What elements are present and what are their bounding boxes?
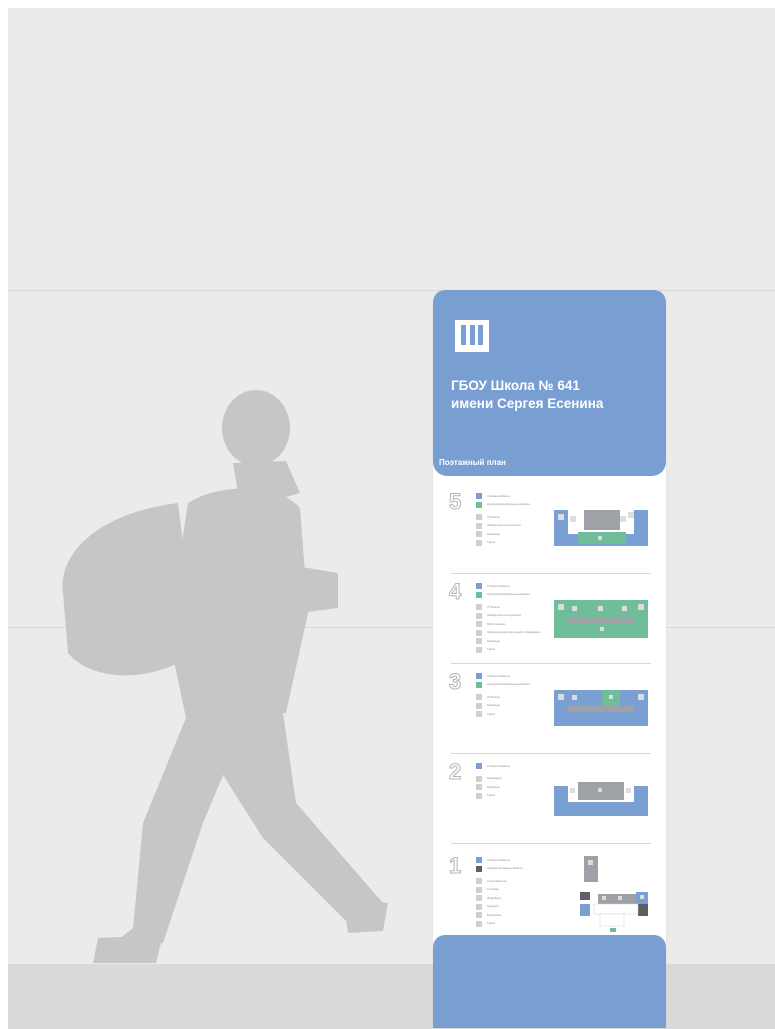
floor-number: 2 [448,759,462,784]
legend-item: Лаборатория конструкторов [476,612,540,621]
floor-map-3 [554,690,648,726]
legend-item: Учебные кабинеты [476,672,530,681]
floor-legend: Учебные кабинеты Административные кабине… [476,856,523,928]
floor-number: 1 [448,853,462,878]
legend-item: Учебные кабинеты [476,762,510,771]
legend-item: Лаборатория дополнительного образования [476,629,540,638]
school-name-line2: имени Сергея Есенина [451,396,604,411]
floor-legend: Учебные кабинеты Кураторские/профильные … [476,492,530,547]
school-name-line1: ГБОУ Школа № 641 [451,378,580,393]
legend-item: Робототехника [476,620,540,629]
legend-item: Рекреация [476,637,540,646]
legend-item: Туалет [476,710,530,719]
legend-item: Туалет [476,646,540,655]
legend-item: Спортивный зал [476,877,523,886]
header-panel: ГБОУ Школа № 641 имени Сергея Есенина По… [433,290,666,476]
floor-number: 4 [448,579,462,604]
floor-map-2 [554,782,648,816]
legend-item: IT-Полигон [476,603,540,612]
photo-scene: ГБОУ Школа № 641 имени Сергея Есенина По… [8,8,775,1029]
school-logo-icon [455,320,489,352]
walking-person-silhouette [62,390,388,963]
legend-item: IT-Полигон [476,513,530,522]
floor-map-1 [580,856,648,932]
floor-number: 5 [448,489,462,514]
legend-item: Гардероб [476,903,523,912]
legend-item: Рекреация [476,530,530,539]
floor-legend: Учебные кабинеты Медиацентр Рекреация Ту… [476,762,510,800]
legend-item: Кураторские/профильные кабинеты [476,591,540,600]
legend-item: Кураторские/профильные кабинеты [476,681,530,690]
legend-item: Туалет [476,792,510,801]
legend-item: Туалет [476,920,523,929]
school-name: ГБОУ Школа № 641 имени Сергея Есенина [451,377,656,413]
legend-item: Рекреация [476,702,530,711]
legend-item: IT-Полигон [476,693,530,702]
legend-item: Библиотека [476,911,523,920]
floor-map-4 [554,600,648,638]
floor-map-5 [554,510,648,546]
floor-number: 3 [448,669,462,694]
legend-item: Учебные кабинеты [476,856,523,865]
legend-item: Медиацентр [476,775,510,784]
legend-item: Рекреация [476,783,510,792]
legend-item: Туалет [476,539,530,548]
footer-panel [433,935,666,1028]
legend-item: Учебные кабинеты [476,492,530,501]
floor-legend: Учебные кабинеты Кураторские/профильные … [476,672,530,719]
legend-item: Кураторские/профильные кабинеты [476,501,530,510]
directory-stand: ГБОУ Школа № 641 имени Сергея Есенина По… [433,290,666,1028]
legend-item: Лаборатория конструкторов [476,522,530,531]
legend-item: Административные кабинеты [476,865,523,874]
floor-legend: Учебные кабинеты Кураторские/профильные … [476,582,540,654]
legend-item: Столовая [476,886,523,895]
legend-item: Учебные кабинеты [476,582,540,591]
floor-plan-title: Поэтажный план [439,458,506,467]
legend-item: Медкабинет [476,894,523,903]
